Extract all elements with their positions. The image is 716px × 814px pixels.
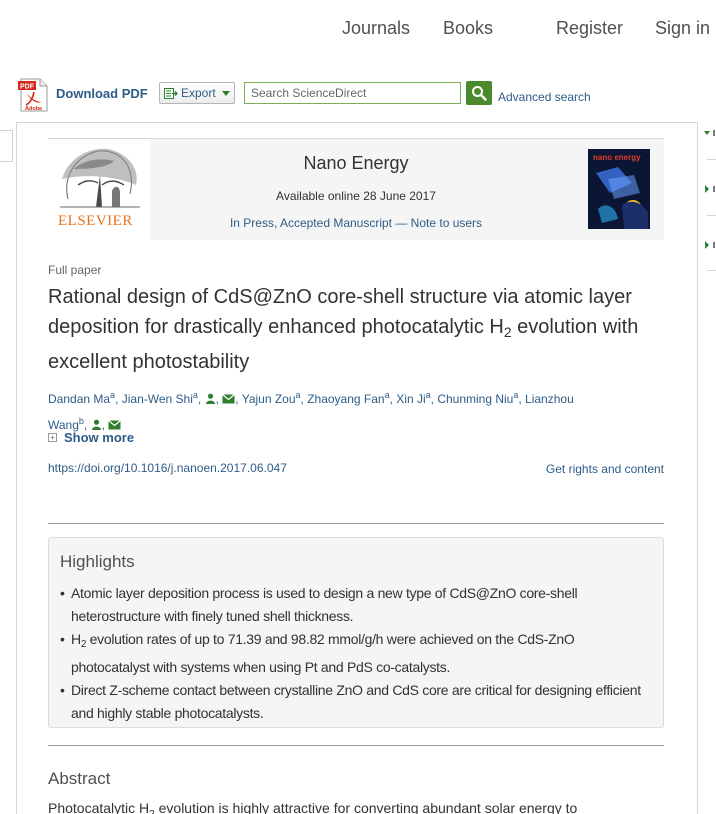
nav-sign-in-link[interactable]: Sign in [655, 18, 710, 39]
author-list: Dandan Maa, Jian-Wen Shia, , , Yajun Zou… [48, 390, 574, 432]
export-icon [164, 87, 178, 99]
abstract-heading: Abstract [48, 769, 111, 788]
plus-icon: + [48, 433, 57, 442]
highlights-list: Atomic layer deposition process is used … [60, 582, 656, 725]
affiliation-marker[interactable]: a [513, 390, 518, 400]
in-press-note-link[interactable]: In Press, Accepted Manuscript — Note to … [150, 216, 562, 230]
doi-link[interactable]: https://doi.org/10.1016/j.nanoen.2017.06… [48, 461, 287, 475]
affiliation-marker[interactable]: a [296, 390, 301, 400]
export-label: Export [181, 86, 216, 100]
cover-art: nano energy [588, 149, 650, 229]
elsevier-logo[interactable]: ELSEVIER [48, 139, 150, 241]
person-icon[interactable] [205, 393, 216, 404]
download-pdf-link[interactable]: Download PDF [56, 86, 148, 101]
available-online-date: Available online 28 June 2017 [276, 189, 436, 203]
highlight-item: Atomic layer deposition process is used … [60, 582, 656, 628]
section-divider [48, 745, 664, 746]
nav-journals-link[interactable]: Journals [342, 18, 410, 39]
title-subscript: 2 [503, 324, 512, 340]
highlights-heading: Highlights [60, 552, 135, 571]
highlight-text: Direct Z-scheme contact between crystall… [71, 682, 641, 721]
author-link[interactable]: Zhaoyang Fan [307, 392, 384, 406]
affiliation-marker[interactable]: a [426, 390, 431, 400]
abstract-text-start: Photocatalytic H [48, 800, 150, 814]
search-button[interactable] [466, 81, 492, 105]
section-divider [48, 523, 664, 524]
highlight-item: H2 evolution rates of up to 71.39 and 98… [60, 628, 656, 679]
email-icon[interactable] [222, 394, 236, 404]
affiliation-marker[interactable]: a [110, 390, 115, 400]
left-panel-toggle[interactable] [0, 130, 13, 162]
advanced-search-link[interactable]: Advanced search [498, 90, 591, 104]
publication-header: ELSEVIER Nano Energy Available online 28… [48, 138, 664, 241]
affiliation-marker[interactable]: a [193, 390, 198, 400]
show-more-button[interactable]: + Show more [48, 430, 134, 445]
author-link[interactable]: Yajun Zou [242, 392, 296, 406]
affiliation-marker[interactable]: b [79, 416, 84, 426]
rail-expand-icon[interactable] [702, 128, 716, 138]
article-toolbar: PDF Adobe Download PDF Export Advanced s… [0, 76, 716, 116]
author-link[interactable]: Lianzhou [525, 392, 574, 406]
person-icon[interactable] [91, 419, 102, 430]
affiliation-marker[interactable]: a [385, 390, 390, 400]
article-title: Rational design of CdS@ZnO core-shell st… [48, 282, 648, 377]
journal-title-link[interactable]: Nano Energy [150, 153, 562, 174]
cover-title: nano energy [593, 153, 641, 162]
search-icon [472, 86, 487, 101]
pdf-icon-label: PDF [20, 84, 35, 91]
abstract-text: Photocatalytic H2 evolution is highly at… [48, 800, 648, 814]
highlight-text: Atomic layer deposition process is used … [71, 585, 578, 624]
top-navigation: Journals Books Register Sign in [0, 0, 716, 60]
author-link[interactable]: Jian-Wen Shi [122, 392, 193, 406]
rights-content-link[interactable]: Get rights and content [546, 462, 664, 476]
chevron-down-icon [221, 90, 230, 96]
elsevier-tree-icon [52, 143, 146, 209]
highlights-box: Highlights Atomic layer deposition proce… [48, 537, 664, 728]
search-input[interactable] [244, 82, 461, 104]
author-link[interactable]: Chunming Niu [437, 392, 513, 406]
show-more-label: Show more [64, 430, 135, 445]
highlight-text: evolution rates of up to 71.39 and 98.82… [71, 631, 575, 675]
pdf-icon[interactable]: PDF Adobe [18, 78, 50, 112]
nav-register-link[interactable]: Register [556, 18, 623, 39]
journal-cover-image[interactable]: nano energy [588, 149, 650, 229]
rail-arrow-icon[interactable] [702, 184, 716, 194]
article-type: Full paper [48, 263, 102, 277]
author-link[interactable]: Dandan Ma [48, 392, 110, 406]
nav-books-link[interactable]: Books [443, 18, 493, 39]
highlight-text: H [71, 631, 81, 647]
export-button[interactable]: Export [159, 82, 235, 104]
right-rail [700, 122, 716, 814]
adobe-label: Adobe [25, 106, 42, 112]
rail-arrow-icon[interactable] [702, 240, 716, 250]
highlight-item: Direct Z-scheme contact between crystall… [60, 679, 656, 725]
abstract-text-rest: evolution is highly attractive for conve… [154, 800, 578, 814]
email-icon[interactable] [108, 420, 122, 430]
elsevier-wordmark: ELSEVIER [58, 213, 133, 229]
author-link[interactable]: Xin Ji [396, 392, 425, 406]
